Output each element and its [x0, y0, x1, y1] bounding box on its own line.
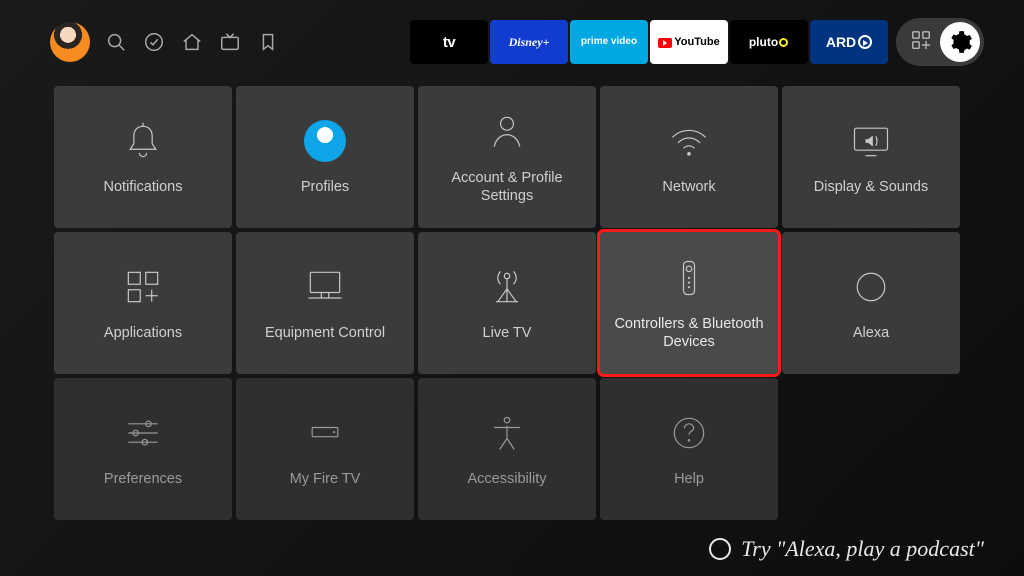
tile-applications[interactable]: Applications — [54, 232, 232, 374]
app-prime-video[interactable]: prime video — [570, 20, 648, 64]
display-sound-icon — [849, 118, 893, 164]
tile-live-tv[interactable]: Live TV — [418, 232, 596, 374]
app-youtube[interactable]: YouTube — [650, 20, 728, 64]
app-disney-plus[interactable]: Disney+ — [490, 20, 568, 64]
tv-icon[interactable] — [218, 30, 242, 54]
tile-label: My Fire TV — [290, 470, 361, 488]
profile-avatar-icon — [304, 118, 346, 164]
wifi-icon — [667, 118, 711, 164]
tile-label: Controllers & Bluetooth Devices — [608, 315, 770, 351]
remote-icon — [667, 255, 711, 301]
fire-tv-box-icon — [303, 410, 347, 456]
tile-my-fire-tv[interactable]: My Fire TV — [236, 378, 414, 520]
tile-accessibility[interactable]: Accessibility — [418, 378, 596, 520]
tile-label: Account & Profile Settings — [426, 169, 588, 205]
accessibility-icon — [485, 410, 529, 456]
app-label: Disney+ — [509, 35, 550, 50]
youtube-play-icon — [658, 38, 672, 48]
alexa-hint-text: Try "Alexa, play a podcast" — [741, 536, 984, 562]
bell-icon — [121, 118, 165, 164]
app-label: YouTube — [674, 36, 719, 48]
app-label: ARD — [826, 34, 856, 50]
tile-label: Help — [674, 470, 704, 488]
tile-label: Preferences — [104, 470, 182, 488]
tile-display-sounds[interactable]: Display & Sounds — [782, 86, 960, 228]
sliders-icon — [121, 410, 165, 456]
bookmark-icon[interactable] — [256, 30, 280, 54]
tile-label: Alexa — [853, 324, 889, 342]
help-icon — [667, 410, 711, 456]
tile-profiles[interactable]: Profiles — [236, 86, 414, 228]
tile-help[interactable]: Help — [600, 378, 778, 520]
app-shortcuts-row: tv Disney+ prime video YouTube pluto ARD — [410, 18, 984, 66]
apps-icon — [121, 264, 165, 310]
tile-notifications[interactable]: Notifications — [54, 86, 232, 228]
app-label: prime video — [581, 37, 637, 48]
app-pluto-tv[interactable]: pluto — [730, 20, 808, 64]
tile-alexa[interactable]: Alexa — [782, 232, 960, 374]
alexa-hint-bar: Try "Alexa, play a podcast" — [709, 536, 984, 562]
search-icon[interactable] — [104, 30, 128, 54]
tile-controllers-bluetooth[interactable]: Controllers & Bluetooth Devices — [600, 232, 778, 374]
tile-preferences[interactable]: Preferences — [54, 378, 232, 520]
app-label: tv — [443, 34, 455, 51]
tile-label: Display & Sounds — [814, 178, 928, 196]
apps-grid-icon[interactable] — [910, 29, 932, 56]
alexa-ring-icon — [849, 264, 893, 310]
app-apple-tv[interactable]: tv — [410, 20, 488, 64]
tile-account-profile-settings[interactable]: Account & Profile Settings — [418, 86, 596, 228]
tile-label: Accessibility — [468, 470, 547, 488]
settings-gear-icon[interactable] — [940, 22, 980, 62]
top-nav-bar: tv Disney+ prime video YouTube pluto ARD — [0, 0, 1024, 78]
tile-network[interactable]: Network — [600, 86, 778, 228]
tile-equipment-control[interactable]: Equipment Control — [236, 232, 414, 374]
tile-label: Notifications — [104, 178, 183, 196]
tile-label: Network — [662, 178, 715, 196]
home-icon[interactable] — [180, 30, 204, 54]
alexa-hint-ring-icon — [709, 538, 731, 560]
person-icon — [485, 109, 529, 155]
app-ard[interactable]: ARD — [810, 20, 888, 64]
tile-label: Equipment Control — [265, 324, 385, 342]
pluto-circle-icon — [779, 38, 788, 47]
tile-label: Live TV — [483, 324, 532, 342]
settings-grid: Notifications Profiles Account & Profile… — [0, 78, 1024, 520]
profile-avatar[interactable] — [50, 22, 90, 62]
check-circle-icon[interactable] — [142, 30, 166, 54]
ard-ring-icon — [858, 35, 872, 49]
monitor-icon — [303, 264, 347, 310]
topbar-right-group — [896, 18, 984, 66]
antenna-icon — [485, 264, 529, 310]
tile-label: Applications — [104, 324, 182, 342]
tile-label: Profiles — [301, 178, 349, 196]
